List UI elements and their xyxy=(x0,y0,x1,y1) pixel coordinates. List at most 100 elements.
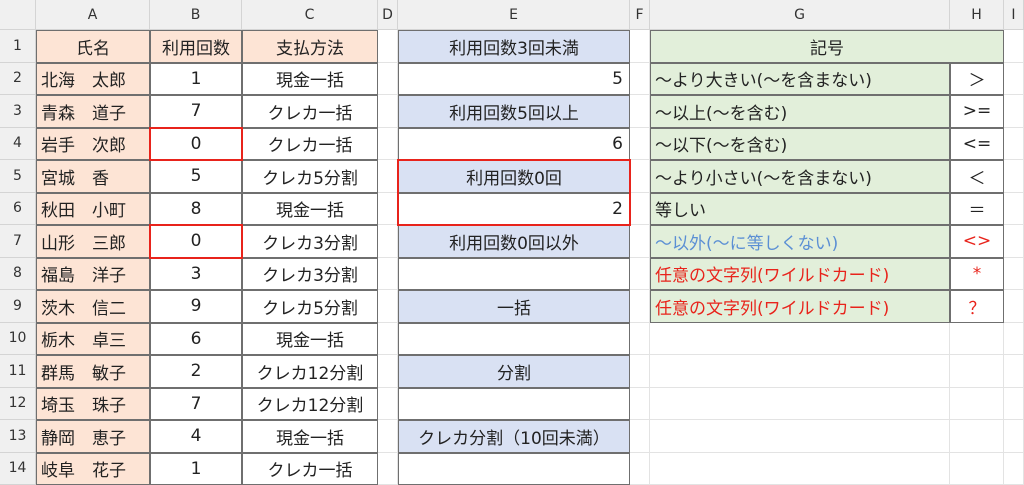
cell[interactable] xyxy=(1004,388,1024,421)
row-header-10[interactable]: 10 xyxy=(0,323,36,356)
name-cell[interactable]: 福島 洋子 xyxy=(36,258,150,291)
row-header-12[interactable]: 12 xyxy=(0,388,36,421)
name-cell[interactable]: 青森 道子 xyxy=(36,95,150,128)
cell[interactable] xyxy=(630,453,650,485)
criteria-label-cell[interactable]: 利用回数0回 xyxy=(398,160,630,193)
cell[interactable] xyxy=(378,30,398,63)
cell[interactable] xyxy=(1004,160,1024,193)
cell[interactable] xyxy=(650,420,950,453)
column-header-g[interactable]: G xyxy=(650,0,950,30)
payment-method-cell[interactable]: 現金一括 xyxy=(242,420,378,453)
usage-count-cell[interactable]: 0 xyxy=(150,225,242,258)
name-cell[interactable]: 埼玉 珠子 xyxy=(36,388,150,421)
table-a-header[interactable]: 氏名 xyxy=(36,30,150,63)
name-cell[interactable]: 岐阜 花子 xyxy=(36,453,150,485)
name-cell[interactable]: 宮城 香 xyxy=(36,160,150,193)
cell[interactable] xyxy=(650,453,950,485)
cell[interactable] xyxy=(1004,95,1024,128)
cell[interactable] xyxy=(950,420,1004,453)
cell[interactable] xyxy=(378,160,398,193)
column-header-h[interactable]: H xyxy=(950,0,1004,30)
name-cell[interactable]: 秋田 小町 xyxy=(36,193,150,226)
cell[interactable] xyxy=(650,355,950,388)
criteria-result-cell[interactable]: 2 xyxy=(398,193,630,226)
symbol-description-cell[interactable]: ～以下(～を含む) xyxy=(650,128,950,161)
cell[interactable] xyxy=(1004,323,1024,356)
cell[interactable] xyxy=(1004,420,1024,453)
cell[interactable] xyxy=(1004,355,1024,388)
usage-count-cell[interactable]: 5 xyxy=(150,160,242,193)
payment-method-cell[interactable]: クレカ5分割 xyxy=(242,160,378,193)
row-header-8[interactable]: 8 xyxy=(0,258,36,291)
name-cell[interactable]: 山形 三郎 xyxy=(36,225,150,258)
cell[interactable] xyxy=(630,323,650,356)
usage-count-cell[interactable]: 8 xyxy=(150,193,242,226)
symbol-description-cell[interactable]: 任意の文字列(ワイルドカード) xyxy=(650,258,950,291)
row-header-7[interactable]: 7 xyxy=(0,225,36,258)
cell[interactable] xyxy=(378,128,398,161)
name-cell[interactable]: 岩手 次郎 xyxy=(36,128,150,161)
symbol-table-title[interactable]: 記号 xyxy=(650,30,1004,63)
cell[interactable] xyxy=(378,258,398,291)
usage-count-cell[interactable]: 1 xyxy=(150,63,242,96)
row-header-4[interactable]: 4 xyxy=(0,128,36,161)
cell[interactable] xyxy=(378,193,398,226)
payment-method-cell[interactable]: クレカ12分割 xyxy=(242,388,378,421)
cell[interactable] xyxy=(630,128,650,161)
cell[interactable] xyxy=(1004,63,1024,96)
name-cell[interactable]: 北海 太郎 xyxy=(36,63,150,96)
row-header-2[interactable]: 2 xyxy=(0,63,36,96)
cell[interactable] xyxy=(378,388,398,421)
row-header-6[interactable]: 6 xyxy=(0,193,36,226)
usage-count-cell[interactable]: 7 xyxy=(150,95,242,128)
payment-method-cell[interactable]: クレカ12分割 xyxy=(242,355,378,388)
column-header-e[interactable]: E xyxy=(398,0,630,30)
usage-count-cell[interactable]: 9 xyxy=(150,290,242,323)
cell[interactable] xyxy=(630,258,650,291)
criteria-result-cell[interactable]: 6 xyxy=(398,128,630,161)
criteria-label-cell[interactable]: 一括 xyxy=(398,290,630,323)
cell[interactable] xyxy=(1004,290,1024,323)
usage-count-cell[interactable]: 0 xyxy=(150,128,242,161)
row-header-14[interactable]: 14 xyxy=(0,453,36,485)
cell[interactable] xyxy=(1004,193,1024,226)
row-header-9[interactable]: 9 xyxy=(0,290,36,323)
row-header-11[interactable]: 11 xyxy=(0,355,36,388)
cell[interactable] xyxy=(630,420,650,453)
cell[interactable] xyxy=(1004,128,1024,161)
select-all-corner[interactable] xyxy=(0,0,36,30)
cell[interactable] xyxy=(950,355,1004,388)
row-header-13[interactable]: 13 xyxy=(0,420,36,453)
cell[interactable] xyxy=(630,63,650,96)
symbol-description-cell[interactable]: 等しい xyxy=(650,193,950,226)
payment-method-cell[interactable]: クレカ5分割 xyxy=(242,290,378,323)
symbol-cell[interactable]: <> xyxy=(950,225,1004,258)
criteria-label-cell[interactable]: クレカ分割（10回未満） xyxy=(398,420,630,453)
cell[interactable] xyxy=(1004,453,1024,485)
usage-count-cell[interactable]: 1 xyxy=(150,453,242,485)
criteria-result-cell[interactable] xyxy=(398,323,630,356)
cell[interactable] xyxy=(378,453,398,485)
criteria-label-cell[interactable]: 利用回数3回未満 xyxy=(398,30,630,63)
symbol-description-cell[interactable]: ～より小さい(～を含まない) xyxy=(650,160,950,193)
cell[interactable] xyxy=(378,290,398,323)
row-header-5[interactable]: 5 xyxy=(0,160,36,193)
symbol-cell[interactable]: <= xyxy=(950,128,1004,161)
column-header-f[interactable]: F xyxy=(630,0,650,30)
name-cell[interactable]: 静岡 恵子 xyxy=(36,420,150,453)
cell[interactable] xyxy=(378,355,398,388)
cell[interactable] xyxy=(630,160,650,193)
cell[interactable] xyxy=(630,193,650,226)
cell[interactable] xyxy=(950,388,1004,421)
cell[interactable] xyxy=(630,355,650,388)
table-a-header[interactable]: 利用回数 xyxy=(150,30,242,63)
cell[interactable] xyxy=(630,388,650,421)
cell[interactable] xyxy=(630,30,650,63)
row-header-1[interactable]: 1 xyxy=(0,30,36,63)
criteria-result-cell[interactable] xyxy=(398,453,630,485)
cell[interactable] xyxy=(378,323,398,356)
usage-count-cell[interactable]: 3 xyxy=(150,258,242,291)
symbol-cell[interactable]: ＝ xyxy=(950,193,1004,226)
column-header-i[interactable]: I xyxy=(1004,0,1024,30)
cell[interactable] xyxy=(950,323,1004,356)
